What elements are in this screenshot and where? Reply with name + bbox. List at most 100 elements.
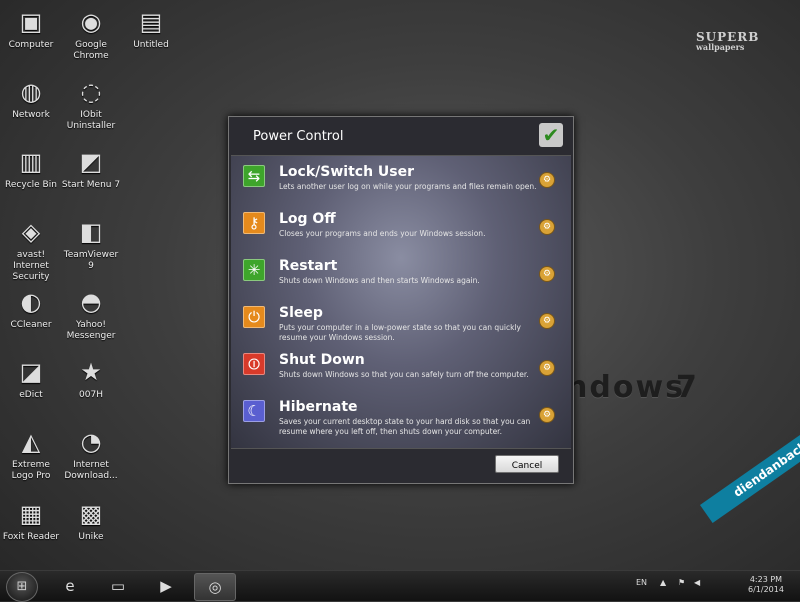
- desktop-icon-label: Network: [12, 110, 50, 120]
- desktop-icon-label: Foxit Reader: [2, 532, 60, 542]
- volume-icon[interactable]: ◀: [694, 578, 700, 587]
- moon-icon: ☾: [243, 400, 265, 422]
- media-player-icon: ▶: [160, 577, 172, 595]
- computer-icon: ▣: [19, 8, 43, 36]
- option-description: Shuts down Windows so that you can safel…: [279, 370, 529, 379]
- desktop-icon-007h[interactable]: ★ 007H: [60, 358, 122, 401]
- option-description: Closes your programs and ends your Windo…: [279, 229, 486, 238]
- pdf-icon: ▦: [19, 500, 43, 528]
- keyboard-icon: ▩: [79, 500, 103, 528]
- wallpaper-windows-text: ndows: [566, 370, 686, 405]
- wallpaper-brand: SUPERB wallpapers: [696, 31, 759, 52]
- desktop-icon-computer[interactable]: ▣ Computer: [0, 8, 62, 51]
- language-indicator[interactable]: EN: [636, 578, 647, 587]
- network-icon: ◍: [20, 78, 42, 106]
- taskbar-media-player[interactable]: ▶: [146, 573, 186, 599]
- taskbar-internet-explorer[interactable]: e: [50, 573, 90, 599]
- action-center-flag-icon[interactable]: ⚑: [678, 578, 685, 587]
- desktop-icon-avast[interactable]: ◈ avast! Internet Security: [0, 218, 62, 283]
- desktop-icon-label: TeamViewer 9: [63, 250, 119, 271]
- desktop-icon-label: Internet Download...: [64, 460, 118, 481]
- settings-icon[interactable]: ⚙: [539, 313, 555, 329]
- restart-icon: ✳: [243, 259, 265, 281]
- desktop-icon-label: Computer: [8, 40, 54, 50]
- desktop-icon-label: IObit Uninstaller: [66, 110, 116, 131]
- uninstaller-icon: ◌: [80, 78, 102, 106]
- desktop-icon-label: eDict: [19, 390, 43, 400]
- desktop-icon-iobit[interactable]: ◌ IObit Uninstaller: [60, 78, 122, 132]
- checkmark-logo-icon: ✔: [539, 123, 563, 147]
- settings-icon[interactable]: ⚙: [539, 266, 555, 282]
- option-sleep[interactable]: ⏻ Sleep Puts your computer in a low-powe…: [231, 301, 571, 348]
- shortcut-icon: ◪: [19, 358, 43, 386]
- desktop-icon-internet-download[interactable]: ◔ Internet Download...: [60, 428, 122, 482]
- option-description: Puts your computer in a low-power state …: [279, 323, 521, 342]
- option-restart[interactable]: ✳ Restart Shuts down Windows and then st…: [231, 254, 571, 301]
- option-description: Shuts down Windows and then starts Windo…: [279, 276, 480, 285]
- shortcut-icon: ◩: [79, 148, 103, 176]
- settings-icon[interactable]: ⚙: [539, 219, 555, 235]
- folder-icon: ▭: [110, 577, 126, 595]
- recycle-bin-icon: ▥: [19, 148, 43, 176]
- desktop-icon-network[interactable]: ◍ Network: [0, 78, 62, 121]
- system-clock[interactable]: 4:23 PM 6/1/2014: [748, 575, 784, 595]
- desktop-icon-extreme-logo-pro[interactable]: ◭ Extreme Logo Pro: [0, 428, 62, 482]
- option-description: Saves your current desktop state to your…: [279, 417, 531, 436]
- power-icon: ⏼: [243, 353, 265, 375]
- ccleaner-icon: ◐: [20, 288, 42, 316]
- desktop-icon-label: Recycle Bin: [5, 180, 57, 190]
- switch-user-icon: ⇆: [243, 165, 265, 187]
- settings-icon[interactable]: ⚙: [539, 407, 555, 423]
- key-icon: ⚷: [243, 212, 265, 234]
- taskbar-chrome[interactable]: ◎: [194, 573, 236, 601]
- desktop-icon-label: Yahoo! Messenger: [66, 320, 116, 341]
- desktop-icon-foxit-reader[interactable]: ▦ Foxit Reader: [0, 500, 62, 543]
- desktop-icon-label: CCleaner: [10, 320, 52, 330]
- chrome-icon: ◉: [80, 8, 102, 36]
- antivirus-icon: ◈: [21, 218, 41, 246]
- desktop-icon-edict[interactable]: ◪ eDict: [0, 358, 62, 401]
- settings-icon[interactable]: ⚙: [539, 172, 555, 188]
- power-options-list: ⇆ Lock/Switch User Lets another user log…: [231, 155, 571, 449]
- option-title: Shut Down: [279, 352, 365, 368]
- cancel-button[interactable]: Cancel: [495, 455, 559, 473]
- teamviewer-icon: ◧: [79, 218, 103, 246]
- desktop-icon-start-menu-7[interactable]: ◩ Start Menu 7: [60, 148, 122, 191]
- internet-explorer-icon: e: [65, 577, 75, 595]
- option-description: Lets another user log on while your prog…: [279, 182, 537, 191]
- desktop-icon-chrome[interactable]: ◉ Google Chrome: [60, 8, 122, 62]
- desktop-icon-label: 007H: [79, 390, 103, 400]
- desktop-icon-yahoo-messenger[interactable]: ◓ Yahoo! Messenger: [60, 288, 122, 342]
- taskbar-file-explorer[interactable]: ▭: [98, 573, 138, 599]
- chrome-icon: ◎: [208, 578, 222, 596]
- windows-logo-icon: ⊞: [16, 579, 28, 594]
- show-hidden-icons-icon[interactable]: ▲: [660, 578, 666, 587]
- desktop-icon-label: Start Menu 7: [61, 180, 121, 190]
- option-lock-switch-user[interactable]: ⇆ Lock/Switch User Lets another user log…: [231, 160, 571, 207]
- option-hibernate[interactable]: ☾ Hibernate Saves your current desktop s…: [231, 395, 571, 442]
- desktop-icon-teamviewer[interactable]: ◧ TeamViewer 9: [60, 218, 122, 272]
- desktop-icon-label: Google Chrome: [73, 40, 109, 61]
- taskbar: ⊞ e ▭ ▶ ◎ EN ▲ ⚑ ◀ 4:23 PM 6/1/2014: [0, 570, 800, 602]
- option-shut-down[interactable]: ⏼ Shut Down Shuts down Windows so that y…: [231, 348, 571, 395]
- option-title: Restart: [279, 258, 338, 274]
- desktop-icon-recycle-bin[interactable]: ▥ Recycle Bin: [0, 148, 62, 191]
- desktop-icon-label: Untitled: [133, 40, 169, 50]
- desktop-icon-label: Unike: [78, 532, 104, 542]
- desktop-icon-label: avast! Internet Security: [12, 250, 50, 282]
- desktop-icon-unikey[interactable]: ▩ Unike: [60, 500, 122, 543]
- desktop-icon-label: Extreme Logo Pro: [11, 460, 51, 481]
- settings-icon[interactable]: ⚙: [539, 360, 555, 376]
- clock-date: 6/1/2014: [748, 585, 784, 594]
- desktop-icon-untitled[interactable]: ▤ Untitled: [120, 8, 182, 51]
- option-log-off[interactable]: ⚷ Log Off Closes your programs and ends …: [231, 207, 571, 254]
- dialog-header: Power Control ✔: [229, 117, 573, 155]
- star-icon: ★: [80, 358, 102, 386]
- option-title: Log Off: [279, 211, 336, 227]
- desktop-icon-ccleaner[interactable]: ◐ CCleaner: [0, 288, 62, 331]
- option-title: Hibernate: [279, 399, 358, 415]
- wallpaper-windows-number: 7: [676, 370, 697, 405]
- start-button[interactable]: ⊞: [6, 572, 38, 602]
- clock-time: 4:23 PM: [749, 575, 783, 584]
- option-title: Lock/Switch User: [279, 164, 415, 180]
